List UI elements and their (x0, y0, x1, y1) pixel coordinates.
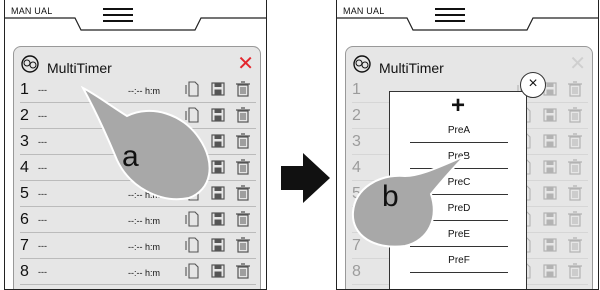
hand-pointer-icon (351, 155, 466, 248)
window-title: MultiTimer (47, 60, 112, 76)
timer-value: --- (38, 189, 47, 199)
save-icon[interactable] (210, 263, 226, 279)
clock-icon (353, 55, 371, 73)
copy-icon[interactable] (184, 237, 200, 253)
device-screen-a: MAN UAL MultiTimer ✕ 1 --- --:-- h:m 2 --- --… (4, 0, 267, 290)
trash-icon[interactable] (567, 81, 583, 97)
save-icon[interactable] (542, 185, 558, 201)
trash-icon[interactable] (235, 133, 251, 149)
timer-number: 3 (20, 133, 29, 150)
add-preset-button[interactable]: + (390, 92, 526, 119)
timer-value: --- (38, 241, 47, 251)
timer-number: 7 (20, 237, 29, 254)
window-title: MultiTimer (379, 60, 444, 76)
save-icon[interactable] (210, 211, 226, 227)
menu-icon[interactable] (435, 8, 465, 22)
trash-icon[interactable] (235, 185, 251, 201)
trash-icon[interactable] (235, 211, 251, 227)
close-icon[interactable]: ✕ (569, 51, 586, 76)
save-icon[interactable] (210, 237, 226, 253)
trash-icon[interactable] (567, 185, 583, 201)
timer-row[interactable]: 8 --- --:-- h:m (20, 262, 256, 285)
timer-value: --- (38, 111, 47, 121)
timer-value: --- (38, 163, 47, 173)
timer-number: 8 (352, 263, 361, 280)
trash-icon[interactable] (567, 211, 583, 227)
copy-icon[interactable] (184, 211, 200, 227)
save-icon[interactable] (542, 159, 558, 175)
device-screen-b: MAN UAL MultiTimer ✕ 12345678 + PreAPreB… (336, 0, 599, 290)
timer-number: 3 (352, 133, 361, 150)
save-icon[interactable] (542, 237, 558, 253)
trash-icon[interactable] (567, 133, 583, 149)
timer-number: 1 (352, 81, 361, 98)
trash-icon[interactable] (567, 159, 583, 175)
preset-item[interactable]: PreF (410, 250, 508, 273)
timer-number: 4 (20, 159, 29, 176)
timer-time: --:-- h:m (128, 268, 160, 278)
arrow-right-icon (281, 153, 330, 203)
timer-value: --- (38, 137, 47, 147)
timer-value: --- (38, 215, 47, 225)
save-icon[interactable] (542, 263, 558, 279)
timer-number: 2 (352, 107, 361, 124)
clock-icon (21, 55, 39, 73)
timer-time: --:-- h:m (128, 216, 160, 226)
top-bar: MAN UAL (5, 0, 266, 40)
copy-icon[interactable] (184, 263, 200, 279)
save-icon[interactable] (542, 133, 558, 149)
callout-label: a (122, 140, 139, 173)
timer-number: 2 (20, 107, 29, 124)
timer-value: --- (38, 85, 47, 95)
trash-icon[interactable] (235, 81, 251, 97)
window-header: MultiTimer ✕ (14, 47, 260, 77)
row-divider (20, 206, 256, 207)
timer-number: 6 (20, 211, 29, 228)
timer-number: 5 (20, 185, 29, 202)
hand-pointer-icon (81, 86, 211, 201)
menu-icon[interactable] (103, 8, 133, 22)
row-divider (20, 232, 256, 233)
window-header: MultiTimer ✕ (346, 47, 592, 77)
trash-icon[interactable] (567, 237, 583, 253)
callout-label: b (382, 180, 399, 213)
trash-icon[interactable] (235, 237, 251, 253)
timer-value: --- (38, 267, 47, 277)
save-icon[interactable] (542, 107, 558, 123)
close-icon[interactable]: ✕ (237, 51, 254, 76)
timer-row[interactable]: 7 --- --:-- h:m (20, 236, 256, 259)
timer-number: 8 (20, 263, 29, 280)
trash-icon[interactable] (235, 263, 251, 279)
manual-label: MAN UAL (11, 6, 53, 16)
top-bar: MAN UAL (337, 0, 598, 40)
popup-close-button[interactable]: × (520, 72, 546, 98)
row-divider (20, 284, 256, 285)
timer-row[interactable]: 6 --- --:-- h:m (20, 210, 256, 233)
trash-icon[interactable] (567, 263, 583, 279)
trash-icon[interactable] (567, 107, 583, 123)
timer-time: --:-- h:m (128, 242, 160, 252)
manual-label: MAN UAL (343, 6, 385, 16)
preset-item[interactable]: PreA (410, 120, 508, 143)
trash-icon[interactable] (235, 159, 251, 175)
row-divider (20, 258, 256, 259)
trash-icon[interactable] (235, 107, 251, 123)
timer-number: 1 (20, 81, 29, 98)
save-icon[interactable] (542, 211, 558, 227)
